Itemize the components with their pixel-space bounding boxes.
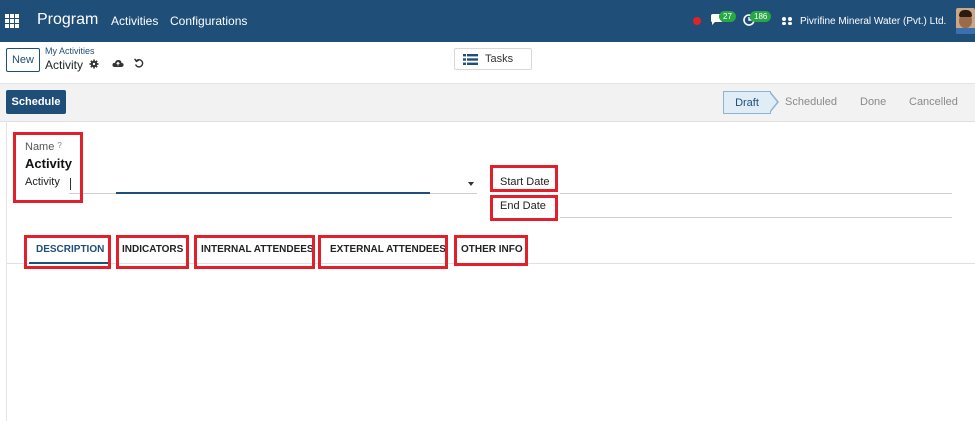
apps-grid-icon[interactable] (5, 14, 19, 28)
company-switch-icon[interactable] (781, 16, 793, 26)
form-sheet: Name ? Activity Activity Start Date End … (6, 122, 975, 421)
activity-input-focus-line (116, 192, 430, 194)
stage-arrow-fill (769, 92, 777, 112)
gear-icon[interactable] (89, 59, 99, 69)
status-bar: Schedule Draft Scheduled Done Cancelled (0, 84, 975, 122)
schedule-button[interactable]: Schedule (6, 90, 66, 114)
tasks-smart-button[interactable]: Tasks (454, 48, 532, 70)
highlight-end-date (490, 195, 558, 221)
highlight-name-box (13, 132, 83, 203)
top-navbar: Program Activities Configurations 27 186… (0, 0, 975, 42)
highlight-tab-internal (194, 235, 315, 269)
activity-dropdown-icon[interactable] (468, 182, 474, 186)
save-cloud-icon[interactable] (112, 59, 124, 68)
start-date-input[interactable] (560, 193, 952, 194)
stage-done[interactable]: Done (860, 91, 886, 114)
app-name[interactable]: Program (37, 11, 98, 29)
activity-count-badge: 186 (750, 11, 772, 22)
highlight-tab-external (318, 235, 448, 269)
highlight-tab-indicators (116, 235, 189, 269)
end-date-input[interactable] (560, 217, 952, 218)
record-title: Activity (45, 58, 84, 72)
highlight-tab-other-info (454, 235, 528, 266)
list-icon (463, 54, 478, 65)
stage-scheduled[interactable]: Scheduled (785, 91, 837, 114)
discard-undo-icon[interactable] (134, 58, 144, 68)
stage-cancelled[interactable]: Cancelled (909, 91, 958, 114)
control-panel: New My Activities Activity Tasks (0, 42, 975, 84)
user-avatar[interactable] (956, 8, 975, 34)
tasks-label: Tasks (485, 53, 514, 65)
stage-draft[interactable]: Draft (723, 91, 771, 114)
highlight-start-date (490, 165, 558, 192)
company-name[interactable]: Pivrifine Mineral Water (Pvt.) Ltd. (800, 16, 946, 27)
highlight-tab-description (24, 235, 111, 269)
new-button[interactable]: New (6, 48, 40, 72)
breadcrumb-my-activities[interactable]: My Activities (45, 46, 95, 56)
chat-count-badge: 27 (719, 11, 736, 22)
menu-configurations[interactable]: Configurations (170, 14, 247, 28)
recording-indicator-icon (693, 17, 701, 25)
menu-activities[interactable]: Activities (111, 14, 158, 28)
